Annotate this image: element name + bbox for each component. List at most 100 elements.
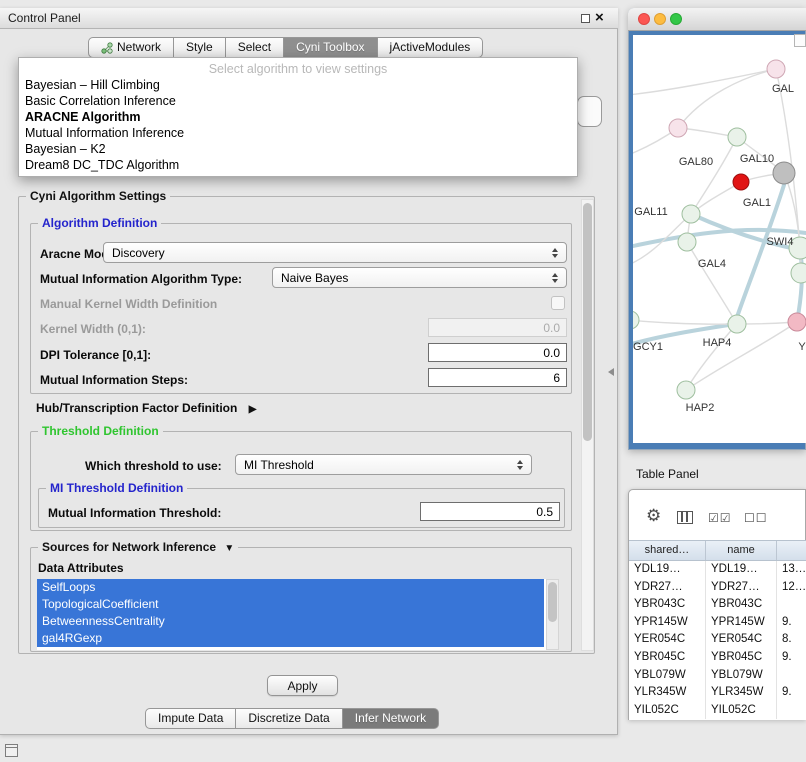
kernel-width-value: 0.0 (543, 321, 566, 335)
attributes-scrollbar[interactable] (546, 579, 559, 650)
table-row[interactable]: YBR045C YBR045C 9. (629, 649, 806, 667)
node-label[interactable]: GAL4 (698, 258, 726, 270)
node-label[interactable]: GAL1 (743, 197, 771, 209)
tab-jactivemodules-label: jActiveModules (390, 38, 471, 57)
close-traffic-light[interactable] (638, 13, 650, 25)
network-node[interactable] (767, 60, 785, 78)
dropdown-item[interactable]: Basic Correlation Inference (19, 93, 577, 109)
aracne-mode-select[interactable]: Discovery (103, 242, 567, 263)
select-all-icon[interactable]: ☑☑ (708, 510, 732, 526)
network-node[interactable] (633, 311, 639, 329)
dropdown-item[interactable]: Dream8 DC_TDC Algorithm (19, 157, 577, 173)
cell-value (777, 667, 806, 685)
attribute-item-selected[interactable]: gal4RGexp (37, 630, 544, 647)
table-row[interactable]: YDL19… YDL19… 13… (629, 561, 806, 579)
node-label[interactable]: GAL10 (740, 153, 774, 165)
apply-button[interactable]: Apply (267, 675, 338, 696)
network-node[interactable] (678, 233, 696, 251)
mi-threshold-value: 0.5 (536, 505, 559, 519)
network-node[interactable] (788, 313, 806, 331)
bottom-tabbar: Impute Data Discretize Data Infer Networ… (145, 708, 439, 729)
cell-value (777, 702, 806, 720)
hub-section-label[interactable]: Hub/Transcription Factor Definition ▶ (36, 401, 256, 415)
attribute-item-selected[interactable]: TopologicalCoefficient (37, 596, 544, 613)
sources-title-text: Sources for Network Inference (42, 540, 216, 554)
dropdown-item[interactable]: Mutual Information Inference (19, 125, 577, 141)
table-row[interactable]: YIL052C YIL052C (629, 702, 806, 720)
gear-icon[interactable]: ⚙ (646, 508, 661, 524)
close-icon[interactable]: × (595, 9, 604, 26)
cell-value: 12… (777, 579, 806, 597)
manual-kernel-checkbox[interactable] (551, 296, 565, 310)
which-threshold-select[interactable]: MI Threshold (235, 454, 532, 475)
minimize-traffic-light[interactable] (654, 13, 666, 25)
node-label[interactable]: GAL11 (634, 206, 667, 218)
expand-down-icon[interactable]: ▼ (224, 543, 234, 554)
dpi-tolerance-field[interactable]: 0.0 (428, 343, 567, 362)
cell-shared-name: YDR27… (629, 579, 706, 597)
network-node-hub[interactable] (773, 162, 795, 184)
attribute-item-selected[interactable]: BetweennessCentrality (37, 613, 544, 630)
float-window-icon[interactable] (581, 14, 590, 23)
network-node[interactable] (677, 381, 695, 399)
tab-impute-data[interactable]: Impute Data (145, 708, 236, 729)
network-canvas[interactable]: GAL GAL80 GAL10 GAL11 GAL1 SWI4 GAL4 GCY… (633, 35, 806, 443)
settings-scrollbar[interactable] (581, 199, 594, 651)
node-label[interactable]: SWI4 (767, 236, 794, 248)
mi-steps-field[interactable]: 6 (428, 368, 567, 387)
network-node[interactable] (728, 315, 746, 333)
node-label[interactable]: GAL80 (679, 156, 713, 168)
table-row[interactable]: YLR345W YLR345W 9. (629, 684, 806, 702)
column-header-partial[interactable] (777, 541, 806, 560)
tab-style[interactable]: Style (174, 37, 226, 58)
cell-value: 9. (777, 649, 806, 667)
dropdown-item[interactable]: Bayesian – K2 (19, 141, 577, 157)
column-header-shared-name[interactable]: shared… (629, 541, 706, 560)
scrollbar-thumb[interactable] (583, 203, 592, 441)
attribute-item-selected[interactable]: SelfLoops (37, 579, 544, 596)
network-node-selected[interactable] (733, 174, 749, 190)
mi-type-select[interactable]: Naive Bayes (272, 267, 567, 288)
node-label[interactable]: GCY1 (633, 341, 663, 353)
table-row[interactable]: YBL079W YBL079W (629, 667, 806, 685)
node-label[interactable]: HAP2 (686, 402, 715, 414)
scrollbar-thumb[interactable] (548, 582, 557, 622)
collapsed-panel-icon[interactable] (5, 744, 18, 757)
table-row[interactable]: YPR145W YPR145W 9. (629, 614, 806, 632)
threshold-definition-title: Threshold Definition (38, 424, 163, 438)
help-button-fragment[interactable] (577, 96, 602, 127)
network-node[interactable] (791, 263, 806, 283)
dropdown-item[interactable]: Bayesian – Hill Climbing (19, 77, 577, 93)
mi-type-label: Mutual Information Algorithm Type: (40, 272, 242, 286)
table-row[interactable]: YBR043C YBR043C (629, 596, 806, 614)
table-row[interactable]: YER054C YER054C 8. (629, 631, 806, 649)
tab-network[interactable]: Network (88, 37, 174, 58)
canvas-scrollbar-button[interactable] (794, 34, 806, 47)
network-node[interactable] (728, 128, 746, 146)
control-panel-titlebar[interactable] (0, 8, 618, 29)
columns-icon[interactable] (677, 511, 693, 524)
node-label[interactable]: Y (798, 341, 806, 353)
deselect-all-icon[interactable]: ☐☐ (744, 510, 768, 526)
sources-group-title[interactable]: Sources for Network Inference ▼ (38, 540, 238, 554)
cell-name: YDL19… (706, 561, 777, 579)
splitter-collapse-icon[interactable] (604, 368, 614, 376)
network-node[interactable] (669, 119, 687, 137)
collapse-right-icon[interactable]: ▶ (249, 404, 257, 415)
tab-cyni-toolbox[interactable]: Cyni Toolbox (284, 37, 377, 58)
node-label[interactable]: HAP4 (703, 337, 732, 349)
table-row[interactable]: YDR27… YDR27… 12… (629, 579, 806, 597)
mi-threshold-field[interactable]: 0.5 (420, 502, 560, 521)
node-label[interactable]: GAL (772, 83, 794, 95)
tab-jactivemodules[interactable]: jActiveModules (378, 37, 484, 58)
dpi-tolerance-value: 0.0 (543, 346, 566, 360)
column-header-name[interactable]: name (706, 541, 777, 560)
dropdown-item-selected[interactable]: ARACNE Algorithm (19, 109, 577, 125)
network-node[interactable] (682, 205, 700, 223)
zoom-traffic-light[interactable] (670, 13, 682, 25)
mi-threshold-group-title: MI Threshold Definition (46, 481, 187, 495)
tab-discretize-data[interactable]: Discretize Data (236, 708, 342, 729)
tab-infer-network[interactable]: Infer Network (343, 708, 439, 729)
tab-select[interactable]: Select (226, 37, 284, 58)
kernel-width-field: 0.0 (428, 318, 567, 337)
